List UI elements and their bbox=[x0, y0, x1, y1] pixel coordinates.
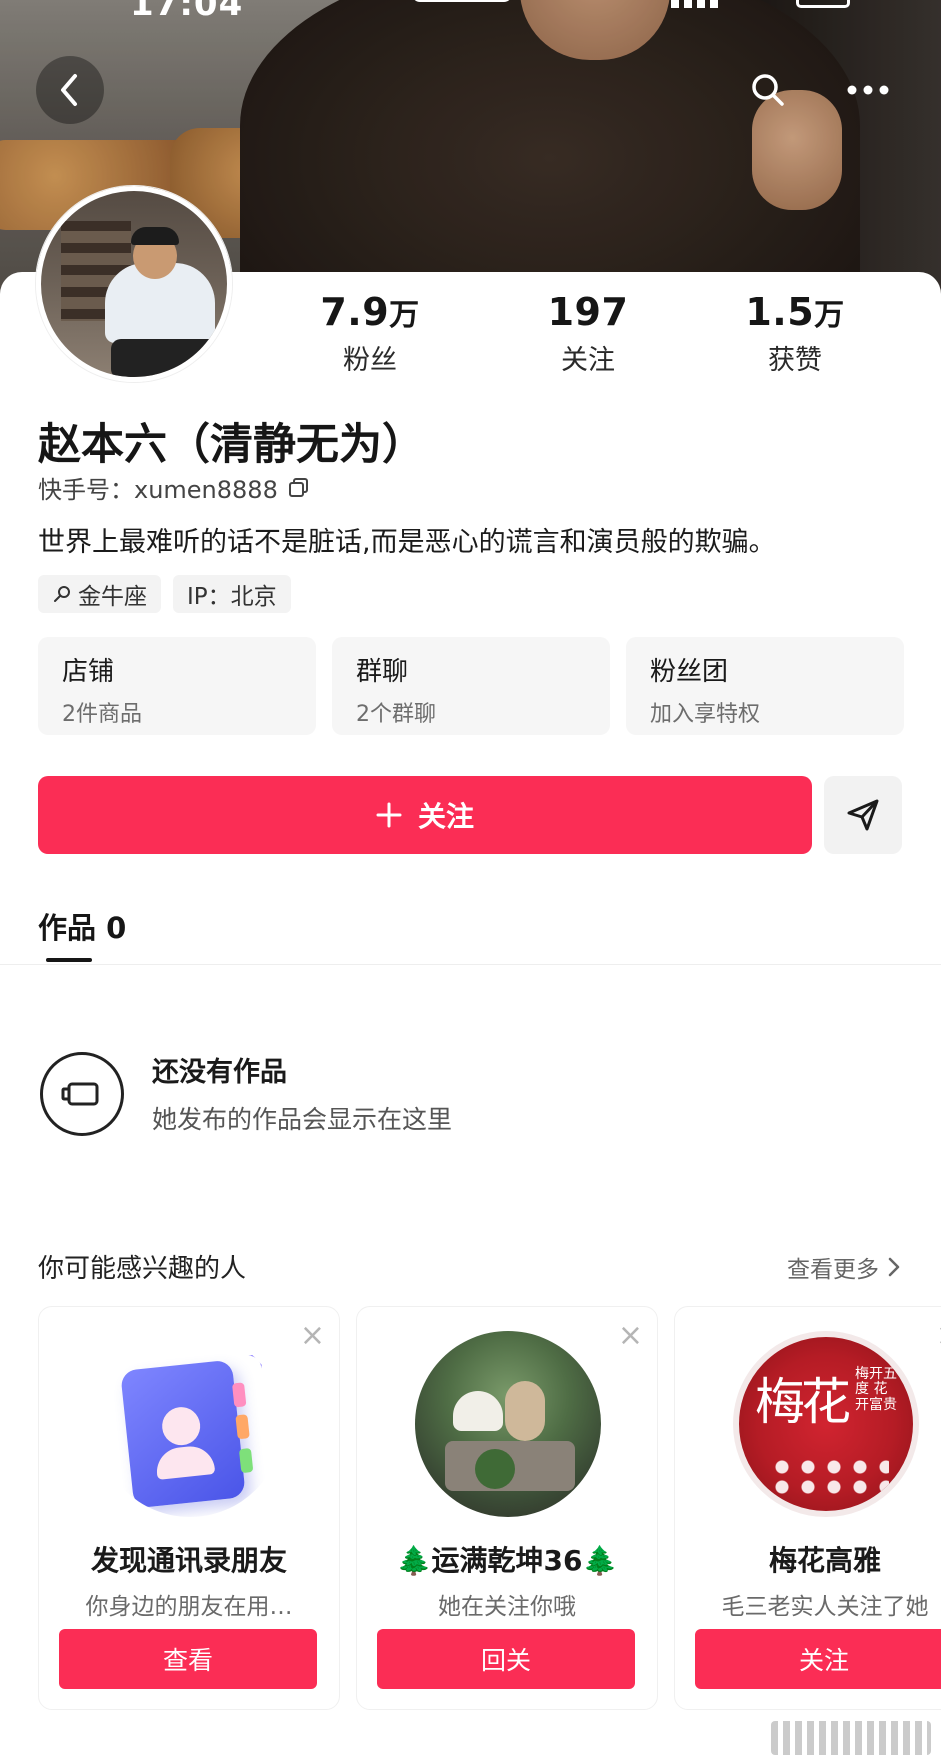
follow-button-small[interactable]: 关注 bbox=[695, 1629, 941, 1689]
plum-logo-text: 梅花 bbox=[755, 1373, 851, 1431]
search-button[interactable] bbox=[736, 58, 800, 122]
feature-subtitle: 2件商品 bbox=[62, 702, 142, 727]
see-more-label: 查看更多 bbox=[787, 1257, 879, 1283]
recommend-name: 梅花高雅 bbox=[768, 1544, 881, 1577]
more-button[interactable] bbox=[836, 58, 900, 122]
empty-state-icon bbox=[40, 1052, 124, 1136]
feature-title: 群聊 bbox=[356, 657, 409, 687]
recommend-desc: 她在关注你哦 bbox=[438, 1594, 576, 1620]
close-icon[interactable]: × bbox=[300, 1321, 325, 1351]
share-button[interactable] bbox=[824, 776, 902, 854]
tab-works-label: 作品 bbox=[38, 911, 97, 945]
chevron-left-icon bbox=[61, 74, 77, 106]
feature-title: 粉丝团 bbox=[650, 657, 729, 687]
recommend-name: 发现通讯录朋友 bbox=[90, 1544, 287, 1577]
tab-underline bbox=[46, 958, 92, 962]
profile-name: 赵本六（清静无为） bbox=[38, 420, 425, 470]
back-button[interactable] bbox=[36, 56, 104, 124]
close-icon[interactable]: × bbox=[618, 1321, 643, 1351]
tag-zodiac: 金牛座 bbox=[38, 575, 161, 613]
recommend-desc: 毛三老实人关注了她 bbox=[721, 1594, 929, 1620]
tab-works-count: 0 bbox=[106, 911, 127, 945]
watermark bbox=[771, 1721, 931, 1755]
profile-stats: 7.9万 粉丝 197 关注 1.5万 获赞 bbox=[280, 290, 900, 380]
empty-state-subtitle: 她发布的作品会显示在这里 bbox=[152, 1105, 453, 1134]
video-camera-icon bbox=[61, 1082, 99, 1106]
tab-divider bbox=[0, 964, 941, 965]
stat-likes[interactable]: 1.5万 获赞 bbox=[705, 290, 885, 377]
follow-back-button[interactable]: 回关 bbox=[377, 1629, 635, 1689]
view-button[interactable]: 查看 bbox=[59, 1629, 317, 1689]
feature-subtitle: 加入享特权 bbox=[650, 702, 761, 727]
tag-ip: IP：北京 bbox=[173, 575, 291, 613]
feature-title: 店铺 bbox=[62, 657, 115, 687]
battery-icon bbox=[796, 0, 850, 8]
feature-card-fan-club[interactable]: 粉丝团 加入享特权 bbox=[626, 637, 904, 735]
recommend-name: 🌲运满乾坤36🌲 bbox=[396, 1544, 618, 1577]
plus-icon bbox=[376, 802, 402, 828]
recommend-header: 你可能感兴趣的人 bbox=[38, 1254, 247, 1284]
sparkle-icon: ✦ bbox=[247, 1337, 276, 1377]
stat-unit: 万 bbox=[389, 298, 420, 333]
user-avatar-plum: 梅花 梅开五度 花开富贵 bbox=[733, 1331, 919, 1517]
kuaishou-id: 快手号：xumen8888 bbox=[38, 476, 278, 504]
feature-card-group-chat[interactable]: 群聊 2个群聊 bbox=[332, 637, 610, 735]
send-icon bbox=[847, 799, 879, 831]
stat-label: 获赞 bbox=[768, 345, 822, 376]
more-horizontal-icon bbox=[847, 85, 889, 95]
search-icon bbox=[752, 74, 784, 106]
stat-followers[interactable]: 7.9万 粉丝 bbox=[280, 290, 460, 377]
profile-tags: 金牛座 IP：北京 bbox=[38, 575, 291, 613]
tag-label: IP：北京 bbox=[187, 584, 277, 610]
stat-value: 197 bbox=[547, 290, 629, 334]
plum-side-text: 梅开五度 花开富贵 bbox=[855, 1366, 897, 1413]
status-icons bbox=[671, 0, 851, 14]
chevron-right-icon bbox=[888, 1257, 900, 1277]
empty-state-title: 还没有作品 bbox=[152, 1057, 287, 1088]
tab-works[interactable]: 作品 0 bbox=[38, 905, 126, 947]
avatar[interactable] bbox=[36, 186, 232, 382]
status-time: 17:04 bbox=[130, 0, 244, 24]
profile-bio: 世界上最难听的话不是脏话,而是恶心的谎言和演员般的欺骗。 bbox=[38, 527, 776, 558]
stat-unit: 万 bbox=[814, 298, 845, 333]
stat-value: 7.9 bbox=[320, 290, 390, 334]
taurus-icon bbox=[54, 586, 70, 602]
contacts-book-icon: ✦ bbox=[97, 1331, 283, 1517]
recommend-card-user[interactable]: × 梅花 梅开五度 花开富贵 梅花高雅 毛三老实人关注了她 关注 bbox=[674, 1306, 941, 1710]
stat-label: 关注 bbox=[561, 345, 615, 376]
signal-icon bbox=[671, 0, 721, 8]
recommend-card-contacts[interactable]: × ✦ 发现通讯录朋友 你身边的朋友在用… 查看 bbox=[38, 1306, 340, 1710]
follow-label: 关注 bbox=[417, 800, 474, 833]
see-more-link[interactable]: 查看更多 bbox=[787, 1250, 901, 1284]
feature-cards: 店铺 2件商品 群聊 2个群聊 粉丝团 加入享特权 bbox=[38, 637, 904, 735]
feature-card-shop[interactable]: 店铺 2件商品 bbox=[38, 637, 316, 735]
tag-label: 金牛座 bbox=[78, 584, 147, 610]
stat-following[interactable]: 197 关注 bbox=[498, 290, 678, 377]
follow-button[interactable]: 关注 bbox=[38, 776, 812, 854]
stat-label: 粉丝 bbox=[343, 345, 397, 376]
feature-subtitle: 2个群聊 bbox=[356, 702, 436, 727]
kuaishou-id-row: 快手号：xumen8888 bbox=[38, 470, 310, 505]
recommend-desc: 你身边的朋友在用… bbox=[85, 1594, 293, 1620]
close-icon[interactable]: × bbox=[936, 1321, 941, 1351]
recommend-card-user[interactable]: × 🌲运满乾坤36🌲 她在关注你哦 回关 bbox=[356, 1306, 658, 1710]
stat-value: 1.5 bbox=[745, 290, 815, 334]
user-avatar-garden bbox=[415, 1331, 601, 1517]
copy-icon[interactable] bbox=[288, 477, 310, 499]
dynamic-island bbox=[412, 0, 512, 2]
